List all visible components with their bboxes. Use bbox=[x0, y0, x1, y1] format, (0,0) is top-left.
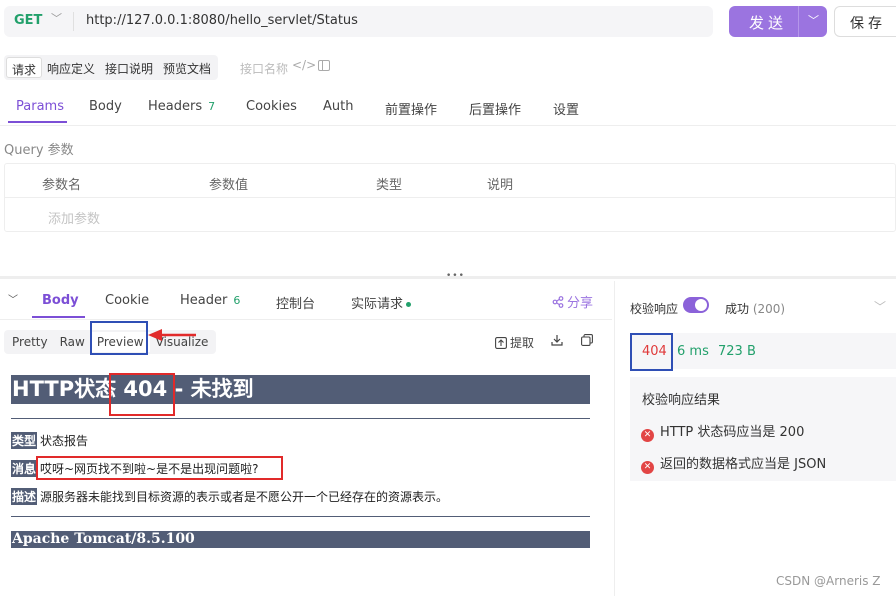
divider bbox=[0, 125, 896, 126]
tab-settings[interactable]: 设置 bbox=[553, 99, 579, 118]
divider bbox=[0, 319, 612, 320]
add-param-input[interactable]: 添加参数 bbox=[48, 208, 100, 227]
response-tab-actual-request[interactable]: 实际请求 bbox=[351, 293, 412, 312]
tab-label: Headers bbox=[148, 99, 203, 114]
validation-error: ✕ HTTP 状态码应当是 200 bbox=[641, 421, 804, 442]
query-params-label: Query 参数 bbox=[4, 143, 74, 158]
field-label: 描述 bbox=[11, 488, 38, 505]
server-footer: Apache Tomcat/8.5.100 bbox=[11, 531, 590, 548]
send-button[interactable]: 发送 ﹀ bbox=[729, 6, 827, 37]
extract-icon bbox=[495, 337, 507, 349]
sub-tab-group: 请求 响应定义 接口说明 预览文档 bbox=[4, 55, 219, 80]
column-header: 类型 bbox=[376, 178, 403, 193]
tab-label: Header bbox=[180, 293, 228, 308]
arrow-annotation-icon bbox=[148, 329, 196, 341]
error-icon: ✕ bbox=[641, 429, 654, 442]
tab-post-operations[interactable]: 后置操作 bbox=[469, 99, 521, 118]
highlight-box bbox=[630, 333, 673, 371]
divider bbox=[798, 6, 799, 37]
toggle-knob bbox=[695, 299, 707, 311]
response-tab-header[interactable]: Header 6 bbox=[180, 293, 240, 308]
download-icon bbox=[551, 335, 563, 346]
schema-code: (200) bbox=[752, 302, 786, 316]
drag-handle-icon[interactable]: ••• bbox=[446, 271, 465, 281]
view-mode-raw[interactable]: Raw bbox=[54, 332, 91, 352]
field-label: 消息 bbox=[11, 460, 38, 477]
url-input[interactable]: http://127.0.0.1:8080/hello_servlet/Stat… bbox=[86, 13, 358, 28]
error-text: HTTP 状态码应当是 200 bbox=[660, 425, 805, 440]
http-method-select[interactable]: GET bbox=[14, 13, 42, 28]
view-mode-pretty[interactable]: Pretty bbox=[6, 332, 54, 352]
download-button[interactable] bbox=[551, 334, 563, 349]
table-header bbox=[5, 164, 895, 198]
copy-icon bbox=[581, 334, 593, 346]
chevron-down-icon[interactable]: ﹀ bbox=[874, 298, 886, 315]
schema-name: 成功 bbox=[725, 302, 750, 316]
subtab-response-definition[interactable]: 响应定义 bbox=[42, 57, 100, 78]
response-size: 723 B bbox=[718, 344, 756, 359]
validation-error: ✕ 返回的数据格式应当是 JSON bbox=[641, 453, 826, 474]
code-icon[interactable]: </> bbox=[292, 58, 316, 72]
count-badge: 7 bbox=[208, 100, 216, 113]
column-header: 参数名 bbox=[42, 178, 82, 193]
share-icon bbox=[552, 296, 564, 308]
response-tab-cookie[interactable]: Cookie bbox=[105, 293, 149, 308]
watermark: CSDN @Arneris Z bbox=[776, 574, 881, 588]
field-label: 类型 bbox=[11, 432, 38, 449]
title-prefix: HTTP状态 bbox=[12, 377, 117, 401]
tab-label: 实际请求 bbox=[351, 297, 404, 312]
interface-name-input[interactable]: 接口名称 bbox=[240, 60, 288, 77]
subtab-request[interactable]: 请求 bbox=[6, 57, 43, 78]
response-tab-body[interactable]: Body bbox=[42, 293, 79, 308]
title-suffix: - 未找到 bbox=[174, 377, 254, 401]
response-schema-select[interactable]: 成功 (200) bbox=[725, 300, 785, 317]
column-header: 说明 bbox=[487, 178, 514, 193]
tab-pre-operations[interactable]: 前置操作 bbox=[385, 99, 437, 118]
validation-results-title: 校验响应结果 bbox=[642, 393, 721, 408]
extract-label: 提取 bbox=[510, 336, 535, 350]
tab-cookies[interactable]: Cookies bbox=[246, 99, 297, 114]
divider bbox=[11, 418, 590, 419]
status-dot-icon bbox=[406, 302, 412, 307]
page-title: HTTP状态 404 - 未找到 bbox=[11, 375, 590, 404]
copy-button[interactable] bbox=[581, 334, 593, 349]
chevron-down-icon[interactable]: ﹀ bbox=[51, 10, 62, 26]
error-icon: ✕ bbox=[641, 461, 654, 474]
extract-button[interactable]: 提取 bbox=[495, 334, 534, 351]
tab-params[interactable]: Params bbox=[16, 99, 64, 114]
error-text: 返回的数据格式应当是 JSON bbox=[660, 457, 827, 472]
share-button[interactable]: 分享 bbox=[552, 292, 593, 311]
active-tab-indicator bbox=[32, 316, 85, 318]
chevron-down-icon[interactable]: ﹀ bbox=[808, 12, 819, 28]
tab-body[interactable]: Body bbox=[89, 99, 122, 114]
highlight-box bbox=[36, 456, 283, 480]
active-tab-indicator bbox=[8, 121, 67, 123]
verify-response-label: 校验响应 bbox=[630, 302, 679, 316]
tab-auth[interactable]: Auth bbox=[323, 99, 353, 114]
share-label: 分享 bbox=[567, 296, 594, 311]
send-button-label: 发送 bbox=[749, 14, 788, 32]
subtab-api-docs[interactable]: 接口说明 bbox=[100, 57, 158, 78]
divider bbox=[73, 12, 74, 31]
response-tab-console[interactable]: 控制台 bbox=[276, 293, 315, 312]
column-header: 参数值 bbox=[209, 178, 249, 193]
count-badge: 6 bbox=[233, 294, 241, 307]
tab-headers[interactable]: Headers 7 bbox=[148, 99, 215, 114]
field-value: 源服务器未能找到目标资源的表示或者是不愿公开一个已经存在的资源表示。 bbox=[40, 490, 449, 504]
field-value: 状态报告 bbox=[40, 434, 89, 448]
side-panel-icon[interactable] bbox=[318, 60, 330, 71]
divider bbox=[11, 516, 590, 517]
save-button-label: 保存 bbox=[850, 16, 886, 32]
response-time: 6 ms bbox=[677, 344, 709, 359]
divider bbox=[614, 281, 615, 596]
save-button[interactable]: 保存 bbox=[834, 6, 896, 37]
chevron-down-icon[interactable]: ﹀ bbox=[8, 291, 18, 306]
highlight-box bbox=[109, 373, 175, 416]
verify-response-toggle[interactable] bbox=[683, 297, 709, 313]
highlight-box bbox=[90, 321, 148, 355]
subtab-preview-docs[interactable]: 预览文档 bbox=[158, 57, 216, 78]
